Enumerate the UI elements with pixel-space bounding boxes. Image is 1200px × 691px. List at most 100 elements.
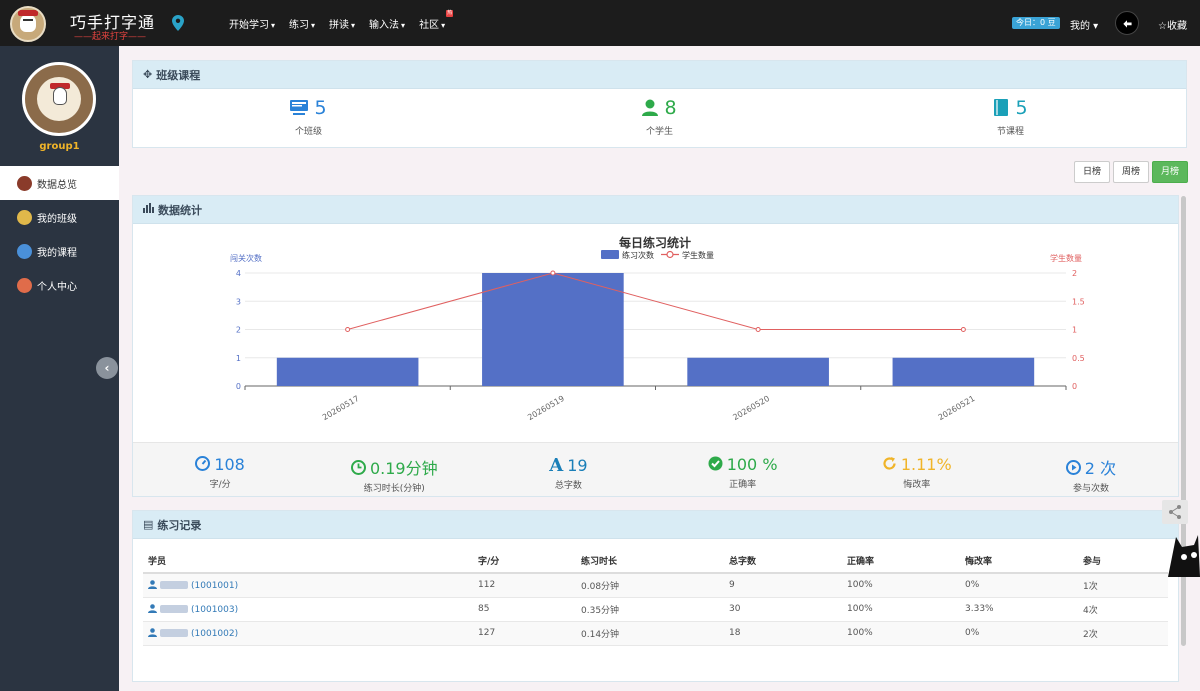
- legend-marker-line: [666, 250, 674, 259]
- nav-label: 输入法: [369, 20, 400, 31]
- table-row[interactable]: (1001002) 127 0.14分钟 18 100% 0% 2次: [143, 621, 1168, 646]
- table-row[interactable]: (1001001) 112 0.08分钟 9 100% 0% 1次: [143, 573, 1168, 598]
- daily-practice-chart: 每日练习统计 练习次数 学生数量 闯关次数 学生数量 0 1 2 3 4 0 0.5 1 1.5 2 2026…: [133, 224, 1178, 442]
- class-icon: [17, 209, 32, 225]
- favorite-link[interactable]: ☆收藏: [1158, 17, 1187, 32]
- cell-accuracy: 100%: [842, 621, 960, 646]
- x-tick-label: 20260519: [526, 394, 566, 422]
- metric-value-wrap: A 19: [481, 455, 655, 476]
- range-button-0[interactable]: 日榜: [1074, 161, 1111, 183]
- sidebar-item-1[interactable]: 我的班级: [0, 200, 119, 234]
- x-tick-label: 20260520: [731, 394, 771, 422]
- sidebar-item-3[interactable]: 个人中心: [0, 268, 119, 302]
- column-header[interactable]: 正确率: [842, 549, 960, 574]
- metric-5: 2 次参与次数: [1004, 443, 1178, 496]
- play-circle-icon: [1065, 460, 1081, 479]
- panel-title: 班级课程: [156, 68, 201, 82]
- today-beans-badge[interactable]: 今日：0 豆: [1012, 17, 1060, 29]
- y-tick-label-right: 2: [1072, 269, 1077, 278]
- table-row[interactable]: (1001003) 85 0.35分钟 30 100% 3.33% 4次: [143, 597, 1168, 622]
- cell-times: 2次: [1078, 621, 1168, 646]
- summary-value: 5: [1015, 97, 1028, 119]
- clock-icon: [350, 460, 366, 479]
- summary-user: 8 个学生: [484, 89, 835, 137]
- y-tick-label-right: 0.5: [1072, 354, 1085, 363]
- metric-value: 108: [214, 455, 245, 474]
- metric-label: 悔改率: [903, 480, 931, 490]
- cell-revise: 0%: [960, 573, 1078, 598]
- user-icon: [642, 99, 659, 121]
- metric-value: 0.19分钟: [369, 459, 438, 478]
- nav-start-learning[interactable]: 开始学习 ▾: [229, 16, 275, 31]
- column-header[interactable]: 参与: [1078, 549, 1168, 574]
- range-button-2[interactable]: 月榜: [1152, 161, 1189, 183]
- column-header[interactable]: 学员: [143, 549, 473, 574]
- student-id[interactable]: (1001003): [191, 605, 238, 615]
- student-cell[interactable]: (1001001): [143, 573, 473, 598]
- cell-duration: 0.08分钟: [576, 573, 724, 598]
- range-button-1[interactable]: 周榜: [1113, 161, 1150, 183]
- cell-chars: 9: [724, 573, 842, 598]
- sidebar-item-2[interactable]: 我的课程: [0, 234, 119, 268]
- summary-value-wrap: 8: [484, 97, 835, 121]
- sidebar-item-0[interactable]: 数据总览: [0, 166, 119, 200]
- column-header[interactable]: 悔改率: [960, 549, 1078, 574]
- group-name: group1: [39, 141, 80, 152]
- cell-duration: 0.35分钟: [576, 597, 724, 622]
- cell-accuracy: 100%: [842, 573, 960, 598]
- owl-icon: [53, 87, 67, 105]
- cell-revise: 3.33%: [960, 597, 1078, 622]
- logo[interactable]: [10, 6, 46, 42]
- student-cell[interactable]: (1001003): [143, 597, 473, 622]
- y-tick-label-right: 1.5: [1072, 297, 1085, 306]
- cell-speed: 112: [473, 573, 576, 598]
- chart-point: [960, 327, 966, 332]
- metric-value-wrap: 108: [133, 455, 307, 475]
- metric-value: 100 %: [726, 455, 778, 474]
- hot-badge: 热: [446, 10, 454, 17]
- top-navbar: 巧手打字通 ——起来打字—— 开始学习 ▾ 练习 ▾ 拼读 ▾ 输入法 ▾ 社区 ▾ 热 今…: [0, 0, 1200, 46]
- metric-value-wrap: 0.19分钟: [307, 455, 481, 479]
- metric-value-wrap: 100 %: [656, 455, 830, 475]
- column-header[interactable]: 总字数: [724, 549, 842, 574]
- records-table: 学员 字/分 练习时长 总字数 正确率 悔改率 参与 (1001001) 112 0.08分钟 9…: [143, 549, 1168, 646]
- student-cell[interactable]: (1001002): [143, 621, 473, 646]
- column-header[interactable]: 练习时长: [576, 549, 724, 574]
- nav-pinyin[interactable]: 拼读 ▾: [329, 16, 355, 31]
- panel-header: 数据统计: [133, 196, 1178, 224]
- summary-label: 个班级: [294, 127, 322, 137]
- cell-speed: 85: [473, 597, 576, 622]
- sidebar-item-label: 我的课程: [37, 247, 77, 259]
- logout-icon[interactable]: [1115, 11, 1139, 35]
- chevron-down-icon: ▾: [271, 21, 276, 30]
- y-tick-label-left: 1: [236, 354, 241, 363]
- share-icon[interactable]: [1162, 500, 1188, 524]
- metric-value: 2 次: [1084, 459, 1117, 478]
- scrollbar[interactable]: [1181, 196, 1186, 646]
- table-header-row: 学员 字/分 练习时长 总字数 正确率 悔改率 参与: [143, 549, 1168, 574]
- y-tick-label-left: 3: [236, 297, 241, 306]
- student-id[interactable]: (1001001): [191, 581, 238, 591]
- panel-header: ▤ 练习记录: [133, 511, 1178, 539]
- avatar[interactable]: [22, 62, 96, 136]
- check-circle-icon: [708, 456, 723, 475]
- location-pin-icon[interactable]: [172, 15, 184, 31]
- cat-mascot-icon[interactable]: [1168, 533, 1200, 577]
- summary-value-wrap: 5: [133, 97, 484, 121]
- student-id[interactable]: (1001002): [191, 629, 238, 639]
- metric-label: 总字数: [554, 481, 582, 491]
- metric-value-wrap: 2 次: [1004, 455, 1178, 479]
- nav-practice[interactable]: 练习 ▾: [289, 16, 315, 31]
- metric-0: 108 字/分: [133, 443, 307, 496]
- bar-chart-icon: [143, 203, 154, 216]
- nav-input-method[interactable]: 输入法 ▾: [369, 16, 405, 31]
- collapse-sidebar-button[interactable]: ‹: [96, 357, 118, 379]
- my-menu[interactable]: 我的 ▾: [1070, 17, 1098, 32]
- summary-book: 5 节课程: [835, 89, 1186, 137]
- column-header[interactable]: 字/分: [473, 549, 576, 574]
- sidebar-item-label: 个人中心: [37, 281, 77, 293]
- nav-community[interactable]: 社区 ▾ 热: [419, 10, 454, 31]
- x-tick-label: 20260521: [937, 394, 977, 422]
- panel-title: 练习记录: [157, 518, 202, 532]
- metric-4: 1.11% 悔改率: [830, 443, 1004, 496]
